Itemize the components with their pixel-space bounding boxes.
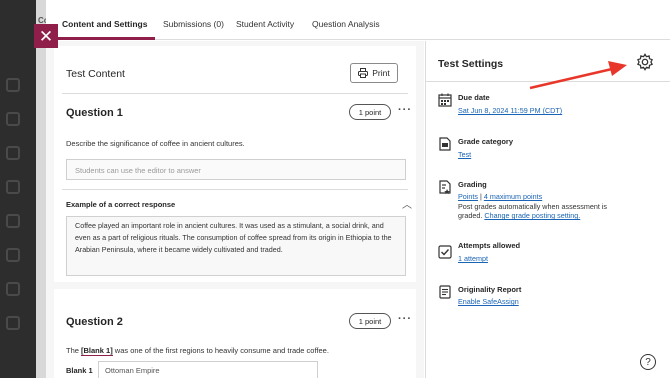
originality-label: Originality Report (458, 285, 522, 294)
collapse-example-button[interactable]: ︿ (402, 196, 412, 211)
grading-icon (439, 180, 451, 194)
setting-attempts: Attempts allowed 1 attempt (438, 241, 663, 269)
question-2-points-button[interactable]: 1 point (349, 313, 391, 329)
question-2-prompt-suffix: was one of the first regions to heavily … (112, 346, 329, 355)
nav-glyph-icon (6, 214, 20, 228)
nav-glyph-icon (6, 180, 20, 194)
nav-glyph-icon (6, 146, 20, 160)
active-tab-indicator (58, 37, 155, 40)
tab-submissions[interactable]: Submissions (0) (163, 19, 224, 29)
background-nav-rail (0, 0, 36, 378)
grade-category-link[interactable]: Test (458, 150, 471, 159)
background-strip (36, 0, 46, 378)
divider (62, 189, 408, 190)
setting-grade-category: Grade category Test (438, 137, 663, 163)
grading-points-link[interactable]: Points (458, 192, 478, 201)
blank-1-label: Blank 1 (66, 366, 93, 375)
close-button[interactable]: ✕ (34, 24, 58, 48)
tab-bar: Content and Settings Submissions (0) Stu… (46, 0, 670, 40)
question-2-prompt-prefix: The (66, 346, 82, 355)
grade-category-label: Grade category (458, 137, 514, 146)
nav-glyph-icon (6, 282, 20, 296)
nav-glyph-icon (6, 78, 20, 92)
help-icon: ? (645, 356, 651, 368)
attempts-value-line: 1 attempt (458, 254, 488, 263)
settings-divider (426, 81, 670, 82)
grading-note-line-2: graded. Change grade posting setting. (458, 211, 580, 220)
enable-safeassign-link[interactable]: Enable SafeAssign (458, 297, 519, 306)
grading-max-points-link[interactable]: 4 maximum points (484, 192, 542, 201)
due-date-label: Due date (458, 93, 490, 102)
grading-label: Grading (458, 180, 487, 189)
question-1-title: Question 1 (66, 107, 123, 119)
test-content-area: Test Content Print Question 1 1 point ··… (46, 41, 424, 378)
question-1-more-menu[interactable]: ··· (398, 104, 412, 116)
attempts-icon (438, 245, 452, 259)
question-1-prompt: Describe the significance of coffee in a… (66, 139, 245, 148)
change-grade-posting-link[interactable]: Change grade posting setting. (484, 211, 580, 220)
question-2-prompt: The [Blank 1] was one of the first regio… (66, 346, 329, 356)
attempts-link[interactable]: 1 attempt (458, 254, 488, 263)
tab-question-analysis[interactable]: Question Analysis (312, 19, 380, 29)
due-date-value-line: Sat Jun 8, 2024 11:59 PM (CDT) (458, 106, 562, 115)
settings-title: Test Settings (438, 58, 504, 70)
question-2-title: Question 2 (66, 316, 123, 328)
example-response-label: Example of a correct response (66, 200, 176, 209)
divider (62, 93, 408, 94)
grading-value-line: Points | 4 maximum points (458, 192, 542, 201)
student-answer-field: Students can use the editor to answer (66, 159, 406, 180)
nav-glyph-icon (6, 248, 20, 262)
question-1-points-button[interactable]: 1 point (349, 104, 391, 120)
help-button[interactable]: ? (640, 354, 656, 370)
tab-student-activity[interactable]: Student Activity (236, 19, 294, 29)
due-date-link[interactable]: Sat Jun 8, 2024 11:59 PM (CDT) (458, 106, 562, 115)
calendar-icon (438, 93, 452, 107)
grading-note-line-1: Post grades automatically when assessmen… (458, 202, 608, 211)
gear-icon[interactable] (636, 53, 654, 71)
print-label: Print (372, 68, 390, 78)
content-title: Test Content (66, 68, 125, 80)
print-button[interactable]: Print (350, 63, 398, 83)
example-response-box: Coffee played an important role in ancie… (66, 216, 406, 276)
tab-content-and-settings[interactable]: Content and Settings (62, 19, 147, 29)
test-settings-panel: Test Settings Due date Sat Jun 8, 2024 1… (425, 41, 670, 378)
setting-grading: Grading Points | 4 maximum points Post g… (438, 180, 663, 226)
originality-value-line: Enable SafeAssign (458, 297, 519, 306)
nav-glyph-icon (6, 112, 20, 126)
setting-originality-report: Originality Report Enable SafeAssign (438, 285, 663, 313)
blank-token: [Blank 1] (81, 346, 113, 356)
question-2-more-menu[interactable]: ··· (398, 313, 412, 325)
printer-icon (358, 68, 369, 78)
grade-category-value-line: Test (458, 150, 471, 159)
originality-icon (439, 285, 451, 299)
test-panel: Content and Settings Submissions (0) Stu… (46, 0, 670, 378)
grading-note-prefix: graded. (458, 211, 485, 220)
blank-1-answer-field: Ottoman Empire (98, 361, 318, 378)
setting-due-date: Due date Sat Jun 8, 2024 11:59 PM (CDT) (438, 93, 663, 119)
close-icon: ✕ (38, 26, 54, 46)
attempts-label: Attempts allowed (458, 241, 521, 250)
grade-category-icon (439, 137, 451, 151)
nav-glyph-icon (6, 316, 20, 330)
